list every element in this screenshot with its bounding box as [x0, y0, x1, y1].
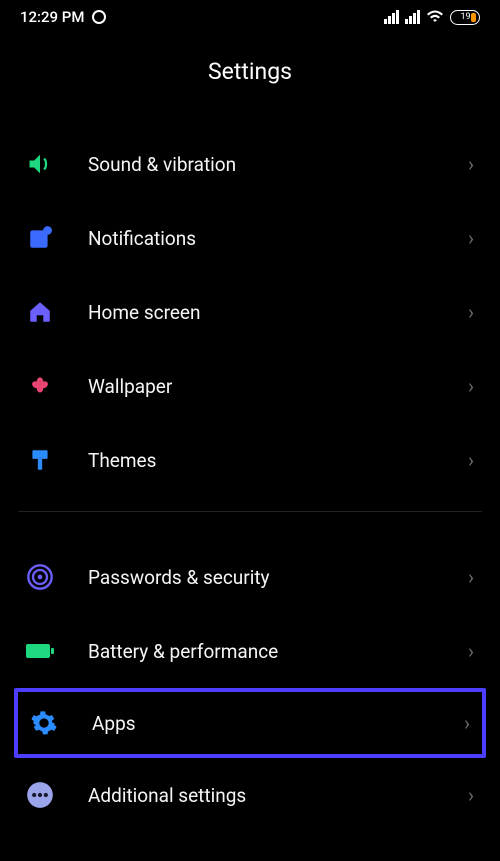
item-label: Additional settings	[88, 784, 468, 807]
clock-time: 12:29 PM	[20, 8, 84, 26]
notifications-item[interactable]: Notifications ›	[18, 201, 482, 275]
sound-vibration-item[interactable]: Sound & vibration ›	[18, 127, 482, 201]
passwords-security-item[interactable]: Passwords & security ›	[18, 540, 482, 614]
item-label: Apps	[92, 712, 464, 735]
home-screen-item[interactable]: Home screen ›	[18, 275, 482, 349]
brush-icon	[26, 446, 54, 474]
wallpaper-item[interactable]: Wallpaper ›	[18, 349, 482, 423]
item-label: Notifications	[88, 227, 468, 250]
item-label: Themes	[88, 449, 468, 472]
assistant-icon	[92, 10, 106, 24]
chevron-right-icon: ›	[468, 300, 474, 324]
status-right: 19	[384, 10, 480, 25]
battery-icon: 19	[450, 10, 480, 25]
page-title: Settings	[0, 58, 500, 85]
notification-icon	[26, 224, 54, 252]
themes-item[interactable]: Themes ›	[18, 423, 482, 497]
signal-icon-2	[405, 10, 420, 24]
more-icon	[26, 781, 54, 809]
additional-settings-item[interactable]: Additional settings ›	[18, 758, 482, 832]
flower-icon	[26, 372, 54, 400]
settings-list: Sound & vibration › Notifications › Home…	[0, 127, 500, 497]
wifi-icon	[426, 10, 444, 24]
highlighted-frame: Apps ›	[14, 688, 486, 758]
item-label: Sound & vibration	[88, 153, 468, 176]
home-icon	[26, 298, 54, 326]
section-divider	[18, 511, 482, 512]
signal-icon	[384, 10, 399, 24]
speaker-icon	[26, 150, 54, 178]
settings-list-2: Passwords & security › Battery & perform…	[0, 540, 500, 832]
item-label: Wallpaper	[88, 375, 468, 398]
battery-percent: 19	[460, 12, 470, 22]
item-label: Passwords & security	[88, 566, 468, 589]
status-left: 12:29 PM	[20, 8, 106, 26]
item-label: Home screen	[88, 301, 468, 324]
status-bar: 12:29 PM 19	[0, 0, 500, 30]
fingerprint-icon	[26, 563, 54, 591]
chevron-right-icon: ›	[468, 565, 474, 589]
gear-icon	[30, 709, 58, 737]
apps-item[interactable]: Apps ›	[22, 692, 478, 754]
chevron-right-icon: ›	[468, 226, 474, 250]
chevron-right-icon: ›	[468, 783, 474, 807]
battery-performance-item[interactable]: Battery & performance ›	[18, 614, 482, 688]
chevron-right-icon: ›	[468, 152, 474, 176]
battery-icon	[26, 637, 54, 665]
chevron-right-icon: ›	[468, 639, 474, 663]
item-label: Battery & performance	[88, 640, 468, 663]
chevron-right-icon: ›	[464, 711, 470, 735]
chevron-right-icon: ›	[468, 374, 474, 398]
chevron-right-icon: ›	[468, 448, 474, 472]
